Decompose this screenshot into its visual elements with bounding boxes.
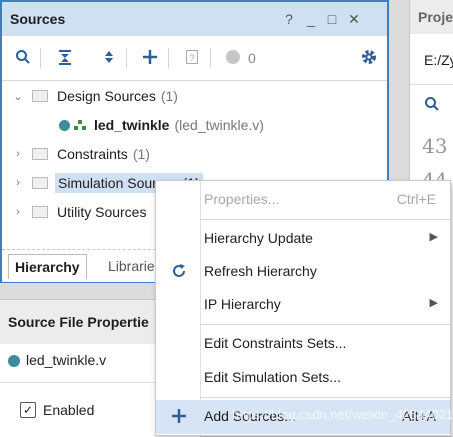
menu-item-refresh-hierarchy[interactable]: Refresh Hierarchy: [156, 255, 450, 287]
chevron-down-icon[interactable]: ⌄: [12, 90, 24, 103]
context-menu: Properties... Ctrl+E Hierarchy Update ▶ …: [155, 180, 451, 436]
tree-item-label: Constraints: [57, 146, 128, 162]
source-status-dot-icon: [59, 119, 70, 131]
menu-item-label: Hierarchy Update: [204, 230, 313, 246]
status-dot-icon: [222, 46, 244, 68]
expand-all-icon[interactable]: [98, 46, 120, 68]
divider: [410, 84, 453, 85]
menu-item-properties[interactable]: Properties... Ctrl+E: [156, 183, 450, 215]
toolbar-separator: [126, 48, 127, 68]
watermark-text: https://blog.csdn.net/weixin_42544021: [232, 407, 453, 422]
gear-icon[interactable]: [358, 46, 380, 68]
menu-item-label: Properties...: [204, 191, 280, 207]
chevron-right-icon[interactable]: ›: [12, 177, 24, 189]
svg-text:?: ?: [189, 53, 194, 63]
chevron-right-icon[interactable]: ›: [12, 206, 24, 218]
tree-item-constraints[interactable]: › Constraints (1): [2, 140, 387, 168]
refresh-icon: [170, 263, 188, 281]
project-path: E:/Zy: [424, 52, 453, 68]
search-icon[interactable]: [424, 96, 440, 115]
tree-item-label: Utility Sources: [57, 204, 147, 220]
menu-item-label: Refresh Hierarchy: [204, 263, 317, 279]
tree-item-count: (1): [132, 146, 150, 162]
tree-item-label: Design Sources: [57, 88, 156, 104]
menu-separator: [200, 397, 450, 398]
menu-item-label: IP Hierarchy: [204, 296, 281, 312]
collapse-all-icon[interactable]: [54, 46, 76, 68]
tab-libraries[interactable]: Librarie: [108, 254, 155, 278]
menu-item-label: Edit Simulation Sets...: [204, 369, 341, 385]
sources-toolbar: ? 0: [2, 36, 387, 81]
enabled-label: Enabled: [43, 402, 95, 418]
module-hierarchy-icon: [74, 120, 86, 130]
restore-button[interactable]: □: [324, 11, 340, 27]
sources-title: Sources: [10, 11, 66, 27]
menu-item-ip-hierarchy[interactable]: IP Hierarchy ▶: [156, 288, 450, 320]
folder-icon: [32, 148, 48, 160]
submenu-arrow-icon: ▶: [429, 297, 438, 309]
close-button[interactable]: ✕: [346, 11, 362, 27]
menu-item-label: Edit Constraints Sets...: [204, 335, 347, 351]
status-count: 0: [248, 50, 256, 66]
chevron-right-icon[interactable]: ›: [12, 148, 24, 160]
properties-title: Source File Propertie: [8, 314, 149, 330]
tree-item-led-twinkle[interactable]: led_twinkle (led_twinkle.v): [2, 111, 387, 139]
module-name: led_twinkle: [94, 117, 170, 133]
folder-icon: [32, 90, 48, 102]
properties-file-name: led_twinkle.v: [26, 352, 107, 368]
folder-icon: [32, 206, 48, 218]
menu-item-accelerator: Ctrl+E: [396, 191, 436, 207]
tab-hierarchy[interactable]: Hierarchy: [8, 254, 87, 279]
project-panel-title: Proje: [418, 9, 453, 25]
menu-item-hierarchy-update[interactable]: Hierarchy Update ▶: [156, 222, 450, 254]
menu-separator: [200, 324, 450, 325]
help-button[interactable]: ?: [281, 11, 297, 27]
toolbar-separator: [40, 48, 41, 68]
line-number: 43: [422, 134, 448, 158]
sources-titlebar: Sources ? _ □ ✕: [2, 2, 387, 36]
folder-icon: [32, 177, 48, 189]
minimize-button[interactable]: _: [303, 11, 319, 27]
module-file: (led_twinkle.v): [174, 117, 264, 133]
menu-item-edit-constraints-sets[interactable]: Edit Constraints Sets...: [156, 327, 450, 359]
submenu-arrow-icon: ▶: [429, 231, 438, 243]
project-panel-titlebar: Proje: [410, 0, 453, 34]
toolbar-separator: [210, 48, 211, 68]
tree-item-count: (1): [160, 88, 178, 104]
source-status-dot-icon: [8, 355, 20, 367]
menu-item-edit-simulation-sets[interactable]: Edit Simulation Sets...: [156, 361, 450, 393]
enabled-checkbox[interactable]: ✓: [20, 402, 36, 418]
search-icon[interactable]: [12, 46, 34, 68]
menu-separator: [200, 219, 450, 220]
add-icon: [170, 408, 188, 426]
unknown-file-icon[interactable]: ?: [181, 46, 203, 68]
tree-item-design-sources[interactable]: ⌄ Design Sources (1): [2, 82, 387, 110]
toolbar-separator: [168, 48, 169, 68]
add-icon[interactable]: [139, 46, 161, 68]
